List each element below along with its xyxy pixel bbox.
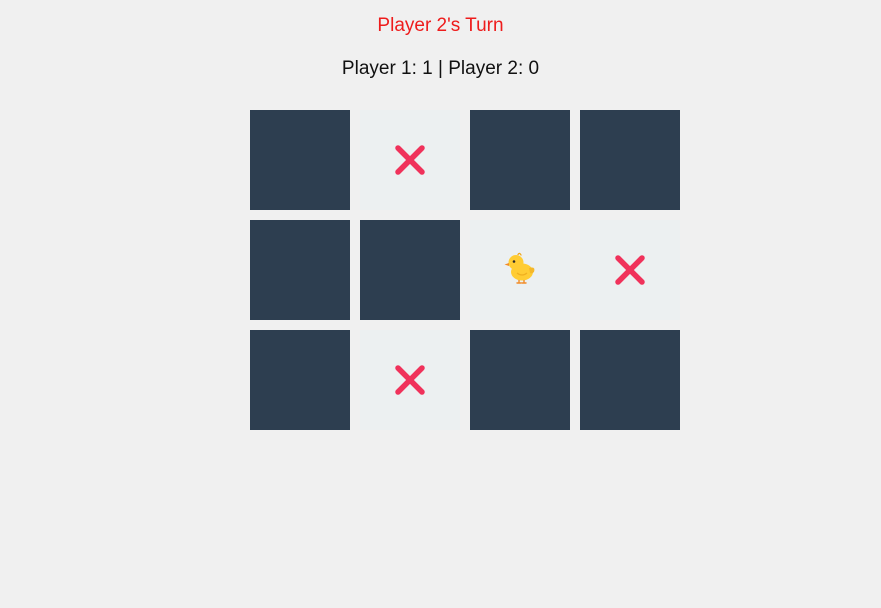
x-icon bbox=[393, 363, 427, 397]
revealed-tile bbox=[470, 220, 570, 320]
game-board bbox=[250, 110, 680, 430]
hidden-tile[interactable] bbox=[580, 330, 680, 430]
chick-icon bbox=[503, 251, 537, 290]
hidden-tile[interactable] bbox=[360, 220, 460, 320]
revealed-tile bbox=[580, 220, 680, 320]
hidden-tile[interactable] bbox=[250, 110, 350, 210]
turn-indicator: Player 2's Turn bbox=[377, 15, 504, 36]
hidden-tile[interactable] bbox=[580, 110, 680, 210]
hidden-tile[interactable] bbox=[470, 330, 570, 430]
hidden-tile[interactable] bbox=[250, 330, 350, 430]
revealed-tile bbox=[360, 110, 460, 210]
x-icon bbox=[613, 253, 647, 287]
revealed-tile bbox=[360, 330, 460, 430]
scoreboard: Player 1: 1 | Player 2: 0 bbox=[341, 58, 540, 79]
x-icon bbox=[393, 143, 427, 177]
hidden-tile[interactable] bbox=[470, 110, 570, 210]
hidden-tile[interactable] bbox=[250, 220, 350, 320]
